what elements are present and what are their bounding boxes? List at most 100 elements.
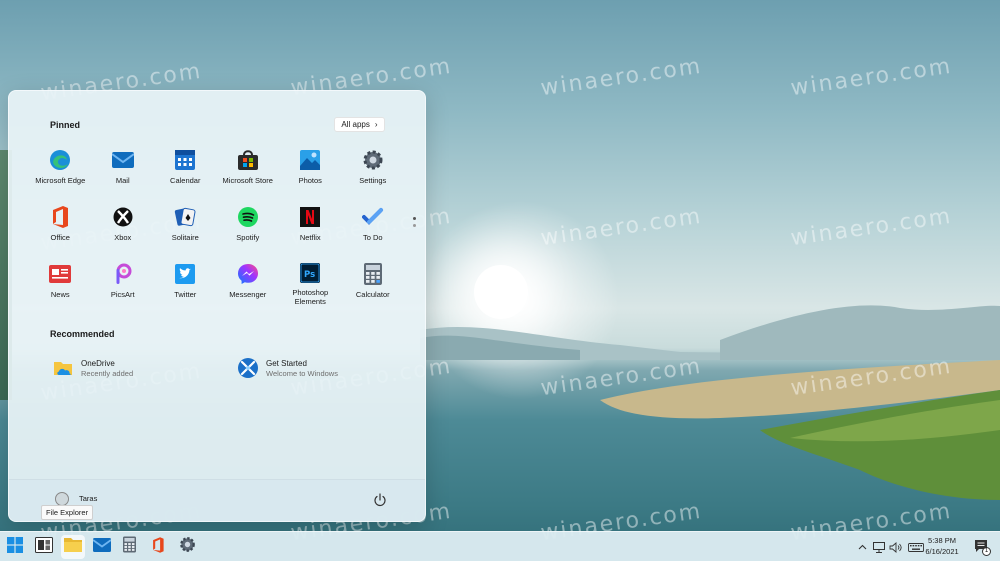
mail-icon — [111, 149, 134, 171]
start-icon — [7, 536, 23, 558]
taskbar: 5:38 PM 6/16/2021 1 — [0, 531, 1000, 561]
recommended-heading: Recommended — [50, 329, 115, 339]
notification-icon: 1 — [974, 539, 991, 556]
pinned-app-settings[interactable]: Settings — [342, 147, 405, 192]
calendar-icon — [174, 149, 196, 171]
pinned-app-mail[interactable]: Mail — [92, 147, 155, 192]
mountains — [420, 305, 1000, 360]
recommended-subtitle: Recently added — [81, 368, 134, 378]
watermark: winaero.com — [789, 53, 954, 102]
all-apps-button[interactable]: All apps › — [334, 117, 385, 132]
onedrive-icon — [53, 358, 73, 378]
pinned-app-xbox[interactable]: Xbox — [92, 204, 155, 249]
clock-date: 6/16/2021 — [925, 547, 959, 556]
app-label: Photoshop Elements — [292, 288, 329, 306]
watermark: winaero.com — [789, 203, 954, 252]
pinned-app-solitaire[interactable]: Solitaire — [154, 204, 217, 249]
pinned-grid: Microsoft Edge Mail Calendar Microsoft S… — [29, 147, 405, 306]
messenger-icon — [237, 263, 259, 285]
power-icon[interactable] — [373, 493, 387, 507]
settings-icon — [362, 149, 384, 171]
pinned-app-todo[interactable]: To Do — [342, 204, 405, 249]
app-label: PicsArt — [110, 290, 135, 299]
pinned-app-store[interactable]: Microsoft Store — [217, 147, 280, 192]
pinned-app-news[interactable]: News — [29, 261, 92, 306]
pinned-heading: Pinned — [50, 120, 81, 130]
file-explorer-button[interactable] — [61, 535, 85, 559]
app-label: Netflix — [299, 233, 321, 242]
xbox-icon — [112, 206, 134, 228]
photos-icon — [299, 149, 321, 171]
app-label: Messenger — [229, 290, 267, 299]
app-label: Twitter — [174, 290, 197, 299]
pinned-app-picsart[interactable]: PicsArt — [92, 261, 155, 306]
watermark: winaero.com — [539, 53, 704, 102]
notification-badge: 1 — [982, 547, 991, 556]
app-label: Mail — [115, 176, 130, 185]
pinned-app-edge[interactable]: Microsoft Edge — [29, 147, 92, 192]
app-label: Settings — [359, 176, 387, 185]
clock-time: 5:38 PM — [928, 536, 956, 545]
recommended-subtitle: Welcome to Windows — [266, 368, 338, 378]
app-label: Office — [50, 233, 70, 242]
news-icon — [49, 263, 72, 285]
app-label: Xbox — [114, 233, 132, 242]
settings-taskbar-button[interactable] — [175, 535, 199, 559]
pinned-app-calendar[interactable]: Calendar — [154, 147, 217, 192]
store-icon — [237, 149, 259, 171]
app-label: Photos — [298, 176, 322, 185]
edge-icon — [49, 149, 71, 171]
settings-icon — [179, 536, 196, 558]
pinned-app-office[interactable]: Office — [29, 204, 92, 249]
avatar[interactable] — [55, 492, 69, 506]
calculator-icon — [362, 263, 384, 285]
picsart-icon — [112, 263, 134, 285]
system-tray — [856, 532, 927, 561]
office-icon — [151, 536, 165, 558]
all-apps-label: All apps — [341, 120, 370, 129]
app-label: To Do — [362, 233, 383, 242]
chevron-right-icon: › — [374, 120, 378, 129]
calculator-taskbar-button[interactable] — [117, 535, 141, 559]
office-taskbar-button[interactable] — [146, 535, 170, 559]
network-icon[interactable] — [871, 541, 887, 553]
page-indicator[interactable] — [413, 217, 417, 231]
pinned-app-photos[interactable]: Photos — [279, 147, 342, 192]
solitaire-icon — [174, 206, 196, 228]
notifications-button[interactable]: 1 — [970, 535, 994, 559]
app-label: Microsoft Edge — [35, 176, 86, 185]
spotify-icon — [237, 206, 259, 228]
pinned-app-spotify[interactable]: Spotify — [217, 204, 280, 249]
task-view-button[interactable] — [32, 535, 56, 559]
volume-icon[interactable] — [887, 541, 903, 553]
pinned-app-twitter[interactable]: Twitter — [154, 261, 217, 306]
app-label: Spotify — [236, 233, 260, 242]
grassland — [600, 360, 1000, 500]
photoshop-icon: Ps — [299, 263, 321, 283]
recommended-item-onedrive[interactable]: OneDrive Recently added — [53, 358, 133, 378]
recommended-item-get-started[interactable]: Get Started Welcome to Windows — [238, 358, 338, 378]
recommended-title: Get Started — [266, 358, 307, 368]
svg-text:Ps: Ps — [304, 270, 315, 280]
chevron-up-icon[interactable] — [856, 544, 868, 550]
pinned-app-photoshop-elements[interactable]: Ps Photoshop Elements — [279, 261, 342, 306]
tooltip: File Explorer — [41, 505, 94, 520]
office-icon — [49, 206, 71, 228]
app-label: Microsoft Store — [222, 176, 273, 185]
clock[interactable]: 5:38 PM 6/16/2021 — [918, 535, 966, 557]
app-label: Solitaire — [171, 233, 199, 242]
netflix-icon — [299, 206, 321, 228]
pinned-app-messenger[interactable]: Messenger — [217, 261, 280, 306]
mail-taskbar-button[interactable] — [90, 535, 114, 559]
pinned-app-netflix[interactable]: Netflix — [279, 204, 342, 249]
start-button[interactable] — [3, 535, 27, 559]
get-started-icon — [238, 358, 258, 378]
recommended-title: OneDrive — [81, 358, 115, 368]
file-explorer-icon — [64, 537, 82, 557]
pinned-app-calculator[interactable]: Calculator — [342, 261, 405, 306]
todo-icon — [361, 206, 384, 228]
task-view-icon — [35, 536, 53, 558]
page-dot — [413, 217, 416, 220]
user-name[interactable]: Taras — [79, 494, 97, 503]
start-menu: Pinned All apps › Microsoft Edge Mail Ca… — [8, 90, 426, 522]
